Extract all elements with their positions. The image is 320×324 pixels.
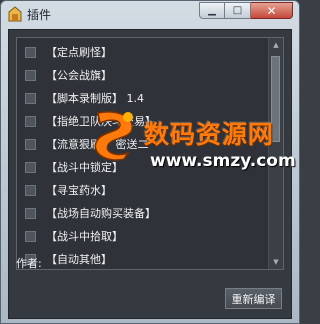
scroll-up-icon[interactable]: ▲ bbox=[269, 38, 283, 52]
plugin-label: 【寻宝药水】 bbox=[46, 184, 112, 197]
minimize-button[interactable]: ▁ bbox=[199, 2, 225, 19]
list-item[interactable]: 【定点刷怪】 bbox=[17, 40, 269, 64]
plugin-window: 插件 ▁ □ ✕ 【定点刷怪】 【公会战旗】 【脚本录制版】 1.4 【指绝卫队… bbox=[0, 0, 300, 324]
window-controls: ▁ □ ✕ bbox=[199, 2, 293, 20]
scroll-thumb[interactable] bbox=[271, 56, 280, 142]
close-icon: ✕ bbox=[266, 3, 277, 18]
list-item[interactable]: 【战场自动购买装备】 bbox=[17, 201, 269, 225]
plugin-checkbox[interactable] bbox=[25, 161, 36, 173]
minimize-icon: ▁ bbox=[208, 5, 216, 16]
list-item[interactable]: 【寻宝药水】 bbox=[17, 178, 269, 202]
list-item[interactable]: 【自动其他】 bbox=[17, 247, 269, 269]
plugin-label: 【自动其他】 bbox=[46, 253, 112, 266]
list-item[interactable]: 【公会战旗】 bbox=[17, 63, 269, 87]
plugin-checkbox[interactable] bbox=[25, 46, 36, 58]
plugin-checkbox[interactable] bbox=[25, 115, 36, 127]
maximize-button[interactable]: □ bbox=[225, 2, 251, 19]
plugin-checkbox[interactable] bbox=[25, 92, 36, 104]
plugin-checkbox[interactable] bbox=[25, 138, 36, 150]
plugin-label: 【流意狠刷】 密送二 bbox=[46, 138, 149, 151]
title-bar[interactable]: 插件 ▁ □ ✕ bbox=[1, 1, 299, 29]
plugin-checkbox[interactable] bbox=[25, 207, 36, 219]
plugin-label: 【公会战旗】 bbox=[46, 69, 112, 82]
plugin-label: 【战斗中锁定】 bbox=[46, 161, 123, 174]
list-item[interactable]: 【战斗中拾取】 bbox=[17, 224, 269, 248]
scroll-down-icon[interactable]: ▼ bbox=[269, 255, 283, 269]
plugin-app-icon bbox=[8, 6, 22, 22]
client-area: 【定点刷怪】 【公会战旗】 【脚本录制版】 1.4 【指绝卫队决斗交易】 【流意… bbox=[8, 29, 292, 319]
list-item[interactable]: 【战斗中锁定】 bbox=[17, 155, 269, 179]
list-item[interactable]: 【流意狠刷】 密送二 bbox=[17, 132, 269, 156]
plugin-label: 【战场自动购买装备】 bbox=[46, 207, 156, 220]
window-title: 插件 bbox=[27, 8, 52, 22]
plugin-label: 【定点刷怪】 bbox=[46, 46, 112, 59]
list-item[interactable]: 【脚本录制版】 1.4 bbox=[17, 86, 269, 110]
plugin-checkbox[interactable] bbox=[25, 230, 36, 242]
plugin-label: 【指绝卫队决斗交易】 bbox=[46, 115, 156, 128]
close-button[interactable]: ✕ bbox=[251, 2, 293, 19]
author-label: 作者: bbox=[16, 257, 42, 270]
maximize-icon: □ bbox=[232, 5, 243, 16]
plugin-label: 【脚本录制版】 1.4 bbox=[46, 92, 144, 105]
recompile-button[interactable]: 重新编译 bbox=[225, 288, 282, 309]
plugin-checkbox[interactable] bbox=[25, 184, 36, 196]
plugin-list[interactable]: 【定点刷怪】 【公会战旗】 【脚本录制版】 1.4 【指绝卫队决斗交易】 【流意… bbox=[16, 37, 284, 270]
plugin-label: 【战斗中拾取】 bbox=[46, 230, 123, 243]
plugin-checkbox[interactable] bbox=[25, 69, 36, 81]
list-item[interactable]: 【指绝卫队决斗交易】 bbox=[17, 109, 269, 133]
list-scrollbar[interactable]: ▲ ▼ bbox=[268, 38, 283, 269]
